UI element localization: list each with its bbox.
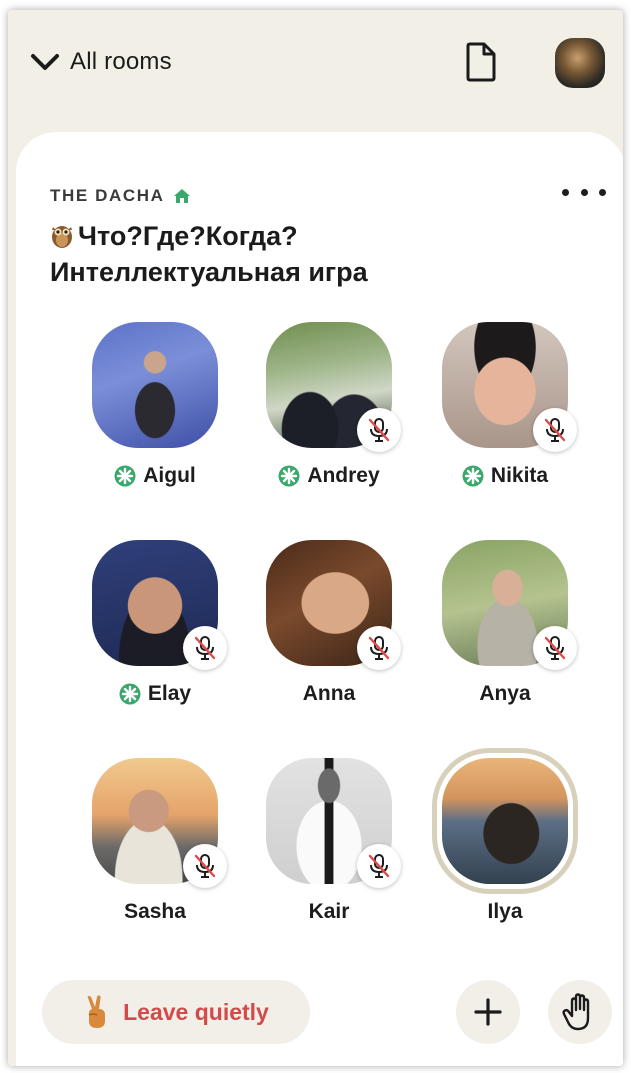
add-button[interactable] (456, 980, 520, 1044)
raise-hand-icon (562, 993, 590, 1031)
owl-emoji-icon (52, 226, 72, 248)
speaker-name-row: Sasha (78, 900, 232, 924)
room-card: THE DACHA Что?Где?Когда? Интеллектуальна… (16, 132, 623, 1066)
room-title: Что?Где?Когда? Интеллектуальная игра (50, 218, 570, 290)
room-title-line-1: Что?Где?Когда? (78, 221, 298, 251)
speaker-name: Elay (147, 682, 192, 705)
club-name: THE DACHA (50, 186, 165, 205)
speaker-name: Ilya (487, 900, 523, 923)
mic-off-icon (194, 854, 216, 878)
club-header[interactable]: THE DACHA (50, 186, 191, 206)
speaker-name-row: Aigul (78, 464, 232, 488)
room-title-line-2: Интеллектуальная игра (50, 257, 368, 287)
chevron-down-icon (31, 54, 59, 70)
speaker-tile[interactable]: Andrey (252, 322, 402, 512)
speaker-tile[interactable]: Anya (428, 540, 578, 730)
mic-off-icon (194, 636, 216, 660)
profile-avatar[interactable] (555, 38, 605, 88)
speaker-name-row: Elay (78, 682, 232, 706)
mic-off-icon (544, 636, 566, 660)
speaker-tile[interactable]: Kair (252, 758, 402, 948)
speaker-name-row: Nikita (428, 464, 582, 488)
peace-hand-icon (87, 995, 106, 1028)
speaker-name-row: Andrey (252, 464, 406, 488)
speaker-tile[interactable]: Sasha (78, 758, 228, 948)
new-member-icon (462, 465, 484, 487)
more-dot (580, 188, 588, 196)
speaker-name-row: Anya (428, 682, 582, 706)
muted-indicator (183, 844, 227, 888)
speaker-tile[interactable]: Nikita (428, 322, 578, 512)
speaker-avatar[interactable] (442, 758, 568, 884)
muted-indicator (533, 408, 577, 452)
speaker-name-row: Kair (252, 900, 406, 924)
leave-quietly-button[interactable]: Leave quietly (42, 980, 310, 1044)
house-icon (173, 189, 190, 203)
app-window: All rooms THE DACHA Что?Где?Когда? Интел… (8, 10, 623, 1066)
speaker-name: Sasha (124, 900, 186, 923)
muted-indicator (357, 844, 401, 888)
more-dot (599, 188, 606, 196)
muted-indicator (183, 626, 227, 670)
more-options-button[interactable] (562, 182, 606, 202)
bottom-action-bar: Leave quietly (16, 972, 623, 1052)
mic-off-icon (368, 418, 390, 442)
muted-indicator (357, 626, 401, 670)
mic-off-icon (368, 636, 390, 660)
speaker-name: Aigul (143, 464, 196, 487)
all-rooms-button[interactable]: All rooms (30, 44, 172, 80)
new-member-icon (119, 683, 141, 705)
speaker-name-row: Anna (252, 682, 406, 706)
speaker-name: Anya (479, 682, 531, 705)
speaker-tile[interactable]: Elay (78, 540, 228, 730)
new-member-icon (278, 465, 300, 487)
speaker-tile[interactable]: Anna (252, 540, 402, 730)
muted-indicator (357, 408, 401, 452)
leave-quietly-label: Leave quietly (123, 998, 269, 1025)
new-member-icon (114, 465, 136, 487)
speaker-name: Nikita (490, 464, 549, 487)
speaker-tile[interactable]: Aigul (78, 322, 228, 512)
more-dot (562, 188, 569, 196)
top-bar: All rooms (8, 10, 623, 130)
speaker-avatar[interactable] (92, 322, 218, 448)
speaker-name: Kair (308, 900, 350, 923)
speaker-name-row: Ilya (428, 900, 582, 924)
all-rooms-label: All rooms (70, 48, 172, 75)
speaker-tile[interactable]: Ilya (428, 758, 578, 948)
raise-hand-button[interactable] (548, 980, 612, 1044)
mic-off-icon (368, 854, 390, 878)
mic-off-icon (544, 418, 566, 442)
speaker-name: Andrey (307, 464, 380, 487)
speaker-name: Anna (302, 682, 356, 705)
plus-icon (474, 998, 502, 1026)
muted-indicator (533, 626, 577, 670)
document-icon[interactable] (464, 42, 498, 82)
